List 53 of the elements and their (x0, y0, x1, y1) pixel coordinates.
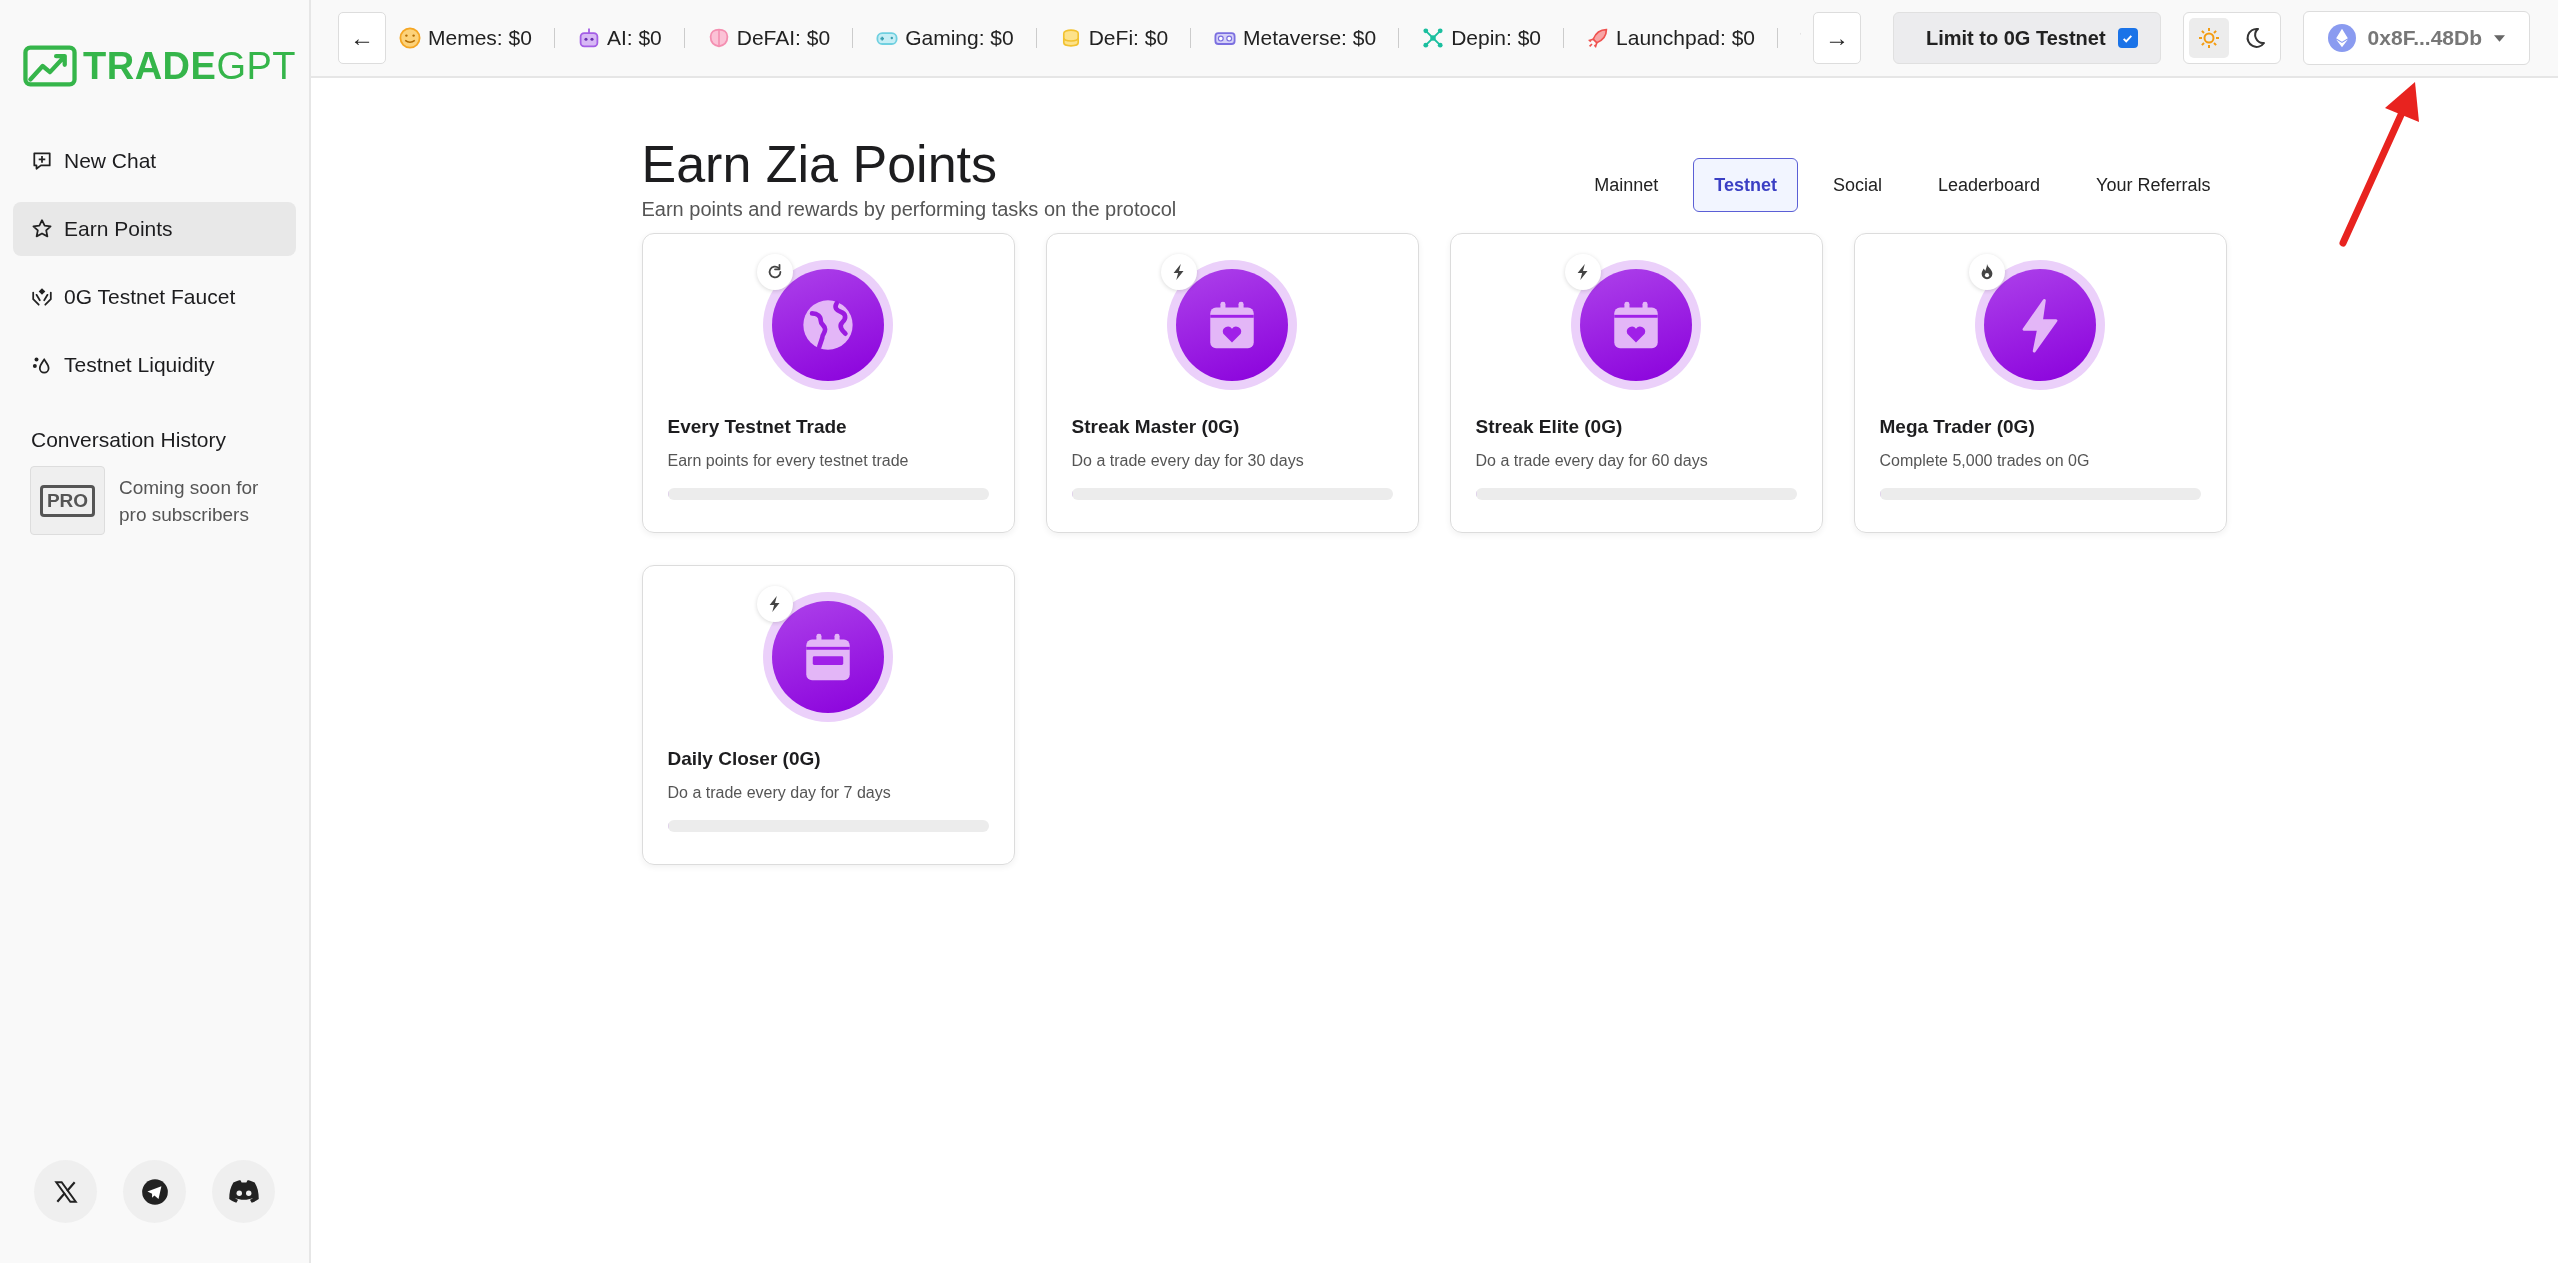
tab[interactable]: Social (1812, 158, 1903, 212)
tab[interactable]: Your Referrals (2075, 158, 2232, 212)
chat-plus-icon (31, 150, 53, 172)
refresh-icon (757, 254, 793, 290)
ticker-label: DeFi: $0 (1088, 26, 1169, 50)
task-description: Complete 5,000 trades on 0G (1879, 452, 2091, 470)
chart-logo-icon (23, 44, 77, 88)
ticker-label: Launchpad: $0 (1616, 26, 1756, 50)
page-subtitle: Earn points and rewards by performing tasks on the protocol (641, 198, 1177, 221)
task-description: Earn points for every testnet trade (667, 452, 910, 470)
lightning-icon (1161, 254, 1197, 290)
smiley-icon (398, 26, 422, 50)
task-title: Mega Trader (0G) (1879, 416, 2036, 438)
flame-icon (1969, 254, 2005, 290)
task-description: Do a trade every day for 60 days (1475, 452, 1709, 470)
nav-item[interactable]: Testnet Liquidity (13, 338, 296, 392)
page-title: Earn Zia Points (641, 134, 998, 194)
pro-badge: PRO (39, 484, 96, 517)
pro-note: Coming soon for pro subscribers (119, 475, 260, 527)
ticker-label: Depin: $0 (1451, 26, 1542, 50)
nav-item[interactable]: Earn Points (13, 202, 296, 256)
ticker-label: Gaming: $0 (905, 26, 1014, 50)
lightning-icon (757, 586, 793, 622)
wallet-button[interactable]: 0x8F...48Db (2302, 11, 2530, 65)
tab[interactable]: Leaderboard (1917, 158, 2062, 212)
task-description: Do a trade every day for 7 days (667, 784, 892, 802)
logo-text: TRADEGPT (83, 44, 296, 88)
caret-icon (2494, 34, 2505, 42)
ethereum-icon (2327, 24, 2356, 52)
discord-logo-icon (226, 1178, 261, 1205)
task-title: Every Testnet Trade (667, 416, 848, 438)
tab[interactable]: Testnet (1693, 158, 1798, 212)
sun-icon (2196, 26, 2221, 50)
paper-plane-icon (140, 1177, 169, 1206)
task-title: Daily Closer (0G) (667, 748, 822, 770)
ticker-label: Memes: $0 (428, 26, 532, 50)
task-title: Streak Master (0G) (1071, 416, 1241, 438)
hands-diamond-icon (31, 286, 53, 308)
nav-item[interactable]: New Chat (13, 134, 296, 188)
lightning-icon (1565, 254, 1601, 290)
limit-testnet-toggle[interactable]: Limit to 0G Testnet (1892, 12, 2161, 64)
ticker-label: Metaverse: $0 (1243, 26, 1377, 50)
x-logo-icon (52, 1178, 79, 1205)
tab[interactable]: Mainnet (1573, 158, 1680, 212)
task-title: Streak Elite (0G) (1475, 416, 1624, 438)
star-icon (31, 218, 53, 240)
ticker-label: AI: $0 (606, 26, 662, 50)
scroll-left-button[interactable]: ← (338, 12, 386, 64)
scroll-right-button[interactable]: → (1812, 12, 1861, 64)
ticker-label: DeFAI: $0 (736, 26, 831, 50)
task-description: Do a trade every day for 30 days (1071, 452, 1305, 470)
section-heading: Conversation History (31, 428, 227, 452)
nav-item[interactable]: 0G Testnet Faucet (13, 270, 296, 324)
